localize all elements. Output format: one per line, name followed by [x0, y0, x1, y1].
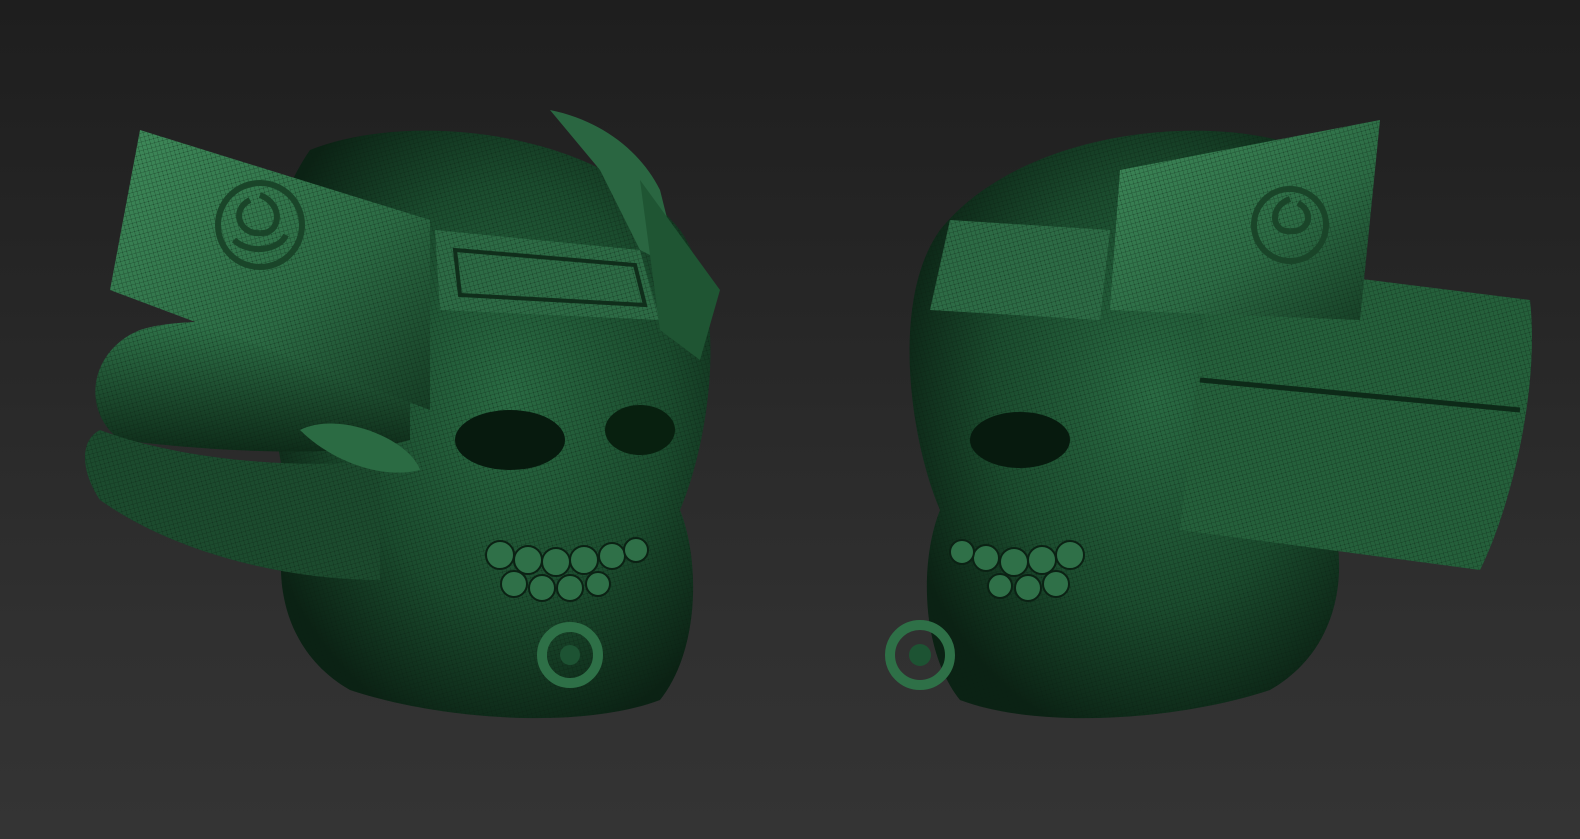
3d-viewport[interactable] — [0, 0, 1580, 839]
sculpt-model-left-view[interactable] — [80, 110, 740, 730]
sculpt-model-right-view[interactable] — [880, 110, 1540, 730]
